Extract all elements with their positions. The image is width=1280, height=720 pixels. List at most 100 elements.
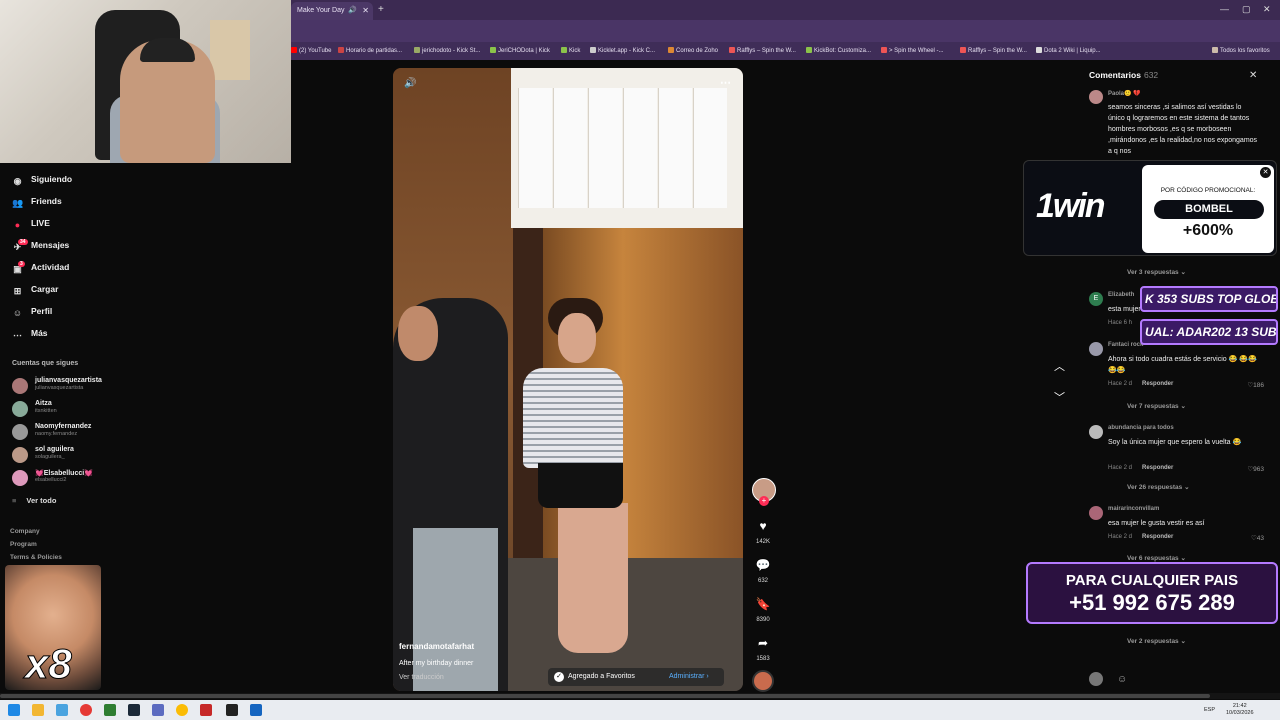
bookmark-item[interactable]: Dota 2 Wiki | Liquip...: [1036, 47, 1101, 54]
save-button[interactable]: 🔖 8390: [751, 597, 775, 623]
user-avatar: [1089, 672, 1103, 686]
footer-terms-link[interactable]: Terms & Policies: [10, 554, 62, 561]
nav-live[interactable]: ● LIVE: [12, 218, 50, 231]
messages-badge: 34: [18, 239, 28, 245]
horizontal-scrollbar[interactable]: [0, 693, 1280, 699]
view-replies-link[interactable]: Ver 2 respuestas ⌄: [1127, 637, 1186, 645]
follow-plus-icon[interactable]: +: [759, 496, 769, 506]
promo-code: BOMBEL: [1154, 200, 1264, 219]
language-indicator[interactable]: ESP: [1204, 707, 1215, 713]
check-icon: ✓: [554, 672, 564, 682]
favorites-text: Agregado a Favoritos: [568, 673, 635, 680]
sponsor-banner: 1win POR CÓDIGO PROMOCIONAL: BOMBEL +600…: [1023, 160, 1277, 256]
avatar[interactable]: E: [1089, 292, 1103, 306]
comment-item: mairarinconvillam esa mujer le gusta ves…: [1089, 506, 1264, 542]
friends-icon: 👥: [12, 198, 24, 208]
phone-number: +51 992 675 289: [1069, 590, 1235, 615]
comment-likes[interactable]: ♡43: [1251, 534, 1264, 542]
next-video-chevron-down-icon[interactable]: ﹀: [1054, 389, 1065, 405]
nav-siguiendo[interactable]: ◉ Siguiendo: [12, 174, 73, 187]
more-options-icon[interactable]: ⋯: [720, 76, 731, 89]
close-window-button[interactable]: ✕: [1263, 4, 1271, 15]
avatar[interactable]: [1089, 342, 1103, 356]
comment-button[interactable]: 💬 632: [751, 558, 775, 584]
comment-likes[interactable]: ♡186: [1247, 381, 1264, 389]
bookmark-item[interactable]: KickBot: Customiza...: [806, 47, 871, 54]
video-player[interactable]: 🔊 ⋯ fernandamotafarhat After my birthday…: [393, 68, 743, 691]
chrome-icon[interactable]: [176, 704, 188, 716]
view-replies-link[interactable]: Ver 3 respuestas ⌄: [1127, 268, 1186, 276]
bookmark-item[interactable]: jerichodoto - Kick St...: [414, 47, 480, 54]
avatar: [12, 470, 28, 486]
bookmark-item[interactable]: (2) YouTube: [291, 47, 331, 54]
translate-link[interactable]: Ver traducción: [399, 674, 444, 681]
brand-logo: 1win: [1036, 187, 1106, 225]
comment-likes[interactable]: ♡963: [1247, 465, 1264, 473]
footer-company-link[interactable]: Company: [10, 528, 40, 535]
app-icon[interactable]: [152, 704, 164, 716]
like-button[interactable]: ♥ 142K: [751, 519, 775, 545]
nav-cargar[interactable]: ⊞ Cargar: [12, 284, 59, 297]
more-icon: ⋯: [13, 330, 22, 340]
excel-icon[interactable]: [104, 704, 116, 716]
emoji-icon[interactable]: ☺: [1117, 674, 1127, 685]
previous-video-chevron-up-icon[interactable]: ︿: [1054, 358, 1065, 374]
activity-icon: ▣ 3: [13, 261, 25, 274]
close-icon: ✕: [1260, 167, 1271, 178]
close-comments-icon[interactable]: ✕: [1249, 70, 1257, 81]
nav-mas[interactable]: ⋯ Más: [12, 328, 48, 341]
new-tab-button[interactable]: +: [378, 4, 384, 15]
minimize-button[interactable]: —: [1220, 4, 1229, 14]
browser-tab[interactable]: Make Your Day 🔊 ✕: [291, 2, 373, 20]
footer-program-link[interactable]: Program: [10, 541, 37, 548]
volume-icon[interactable]: 🔊: [404, 78, 416, 89]
bookmark-item-all[interactable]: Todos los favoritos: [1212, 47, 1270, 54]
bookmark-item[interactable]: JeriCHODota | Kick: [490, 47, 550, 54]
reply-button[interactable]: Responder: [1142, 381, 1173, 387]
bookmark-item[interactable]: > Spin the Wheel -...: [881, 47, 944, 54]
avatar[interactable]: [1089, 90, 1103, 104]
bookmark-item[interactable]: Correo de Zoho: [668, 47, 718, 54]
see-all-link[interactable]: ≡ Ver todo: [12, 496, 56, 505]
opera-icon[interactable]: [80, 704, 92, 716]
app-icon[interactable]: [226, 704, 238, 716]
view-replies-link[interactable]: Ver 26 respuestas ⌄: [1127, 483, 1190, 491]
nav-actividad[interactable]: ▣ 3 Actividad: [12, 261, 69, 275]
share-button[interactable]: ➦ 1583: [751, 636, 775, 662]
bookmark-item[interactable]: Kicklet.app - Kick C...: [590, 47, 655, 54]
view-replies-link[interactable]: Ver 6 respuestas ⌄: [1127, 554, 1186, 562]
avatar[interactable]: [1089, 506, 1103, 520]
comment-item: Fantaci rock Ahora si todo cuadra estás …: [1089, 342, 1264, 389]
file-explorer-icon[interactable]: [32, 704, 44, 716]
bookmark-item[interactable]: Rafflys – Spin the W...: [960, 47, 1027, 54]
tab-title: Make Your Day: [297, 7, 345, 14]
reply-button[interactable]: Responder: [1142, 465, 1173, 471]
reply-button[interactable]: Responder: [1142, 534, 1173, 540]
app-icon[interactable]: [56, 704, 68, 716]
maximize-button[interactable]: ▢: [1242, 4, 1251, 15]
emote-combo-count: x8: [25, 640, 73, 688]
list-icon: ≡: [12, 496, 17, 505]
tab-close-icon[interactable]: ✕: [362, 6, 369, 15]
view-replies-link[interactable]: Ver 7 respuestas ⌄: [1127, 402, 1186, 410]
steam-icon[interactable]: [128, 704, 140, 716]
subs-ticker: UAL: ADAR202 13 SUBS: [1140, 319, 1278, 345]
promo-label: POR CÓDIGO PROMOCIONAL:: [1160, 187, 1256, 194]
nav-perfil[interactable]: ☺ Perfil: [12, 306, 52, 319]
video-username[interactable]: fernandamotafarhat: [399, 642, 474, 651]
app-icon[interactable]: [200, 704, 212, 716]
bookmark-item[interactable]: Kick: [561, 47, 580, 54]
comment-item: Paola🙂 💔 seamos sinceras ,si salimos así…: [1089, 90, 1264, 160]
nav-friends[interactable]: 👥 Friends: [12, 196, 62, 209]
start-icon[interactable]: [8, 704, 20, 716]
clock[interactable]: 21:42 10/03/2026: [1226, 703, 1254, 717]
music-disc-icon[interactable]: [752, 670, 774, 692]
bookmark-item[interactable]: Rafflys – Spin the W...: [729, 47, 796, 54]
avatar: [12, 378, 28, 394]
manage-link[interactable]: Administrar ›: [669, 673, 709, 680]
nav-mensajes[interactable]: ✈ 34 Mensajes: [12, 239, 69, 253]
app-icon[interactable]: [250, 704, 262, 716]
avatar[interactable]: [1089, 425, 1103, 439]
tab-audio-icon[interactable]: 🔊: [348, 6, 357, 14]
bookmark-item[interactable]: Horario de partidas...: [338, 47, 402, 54]
